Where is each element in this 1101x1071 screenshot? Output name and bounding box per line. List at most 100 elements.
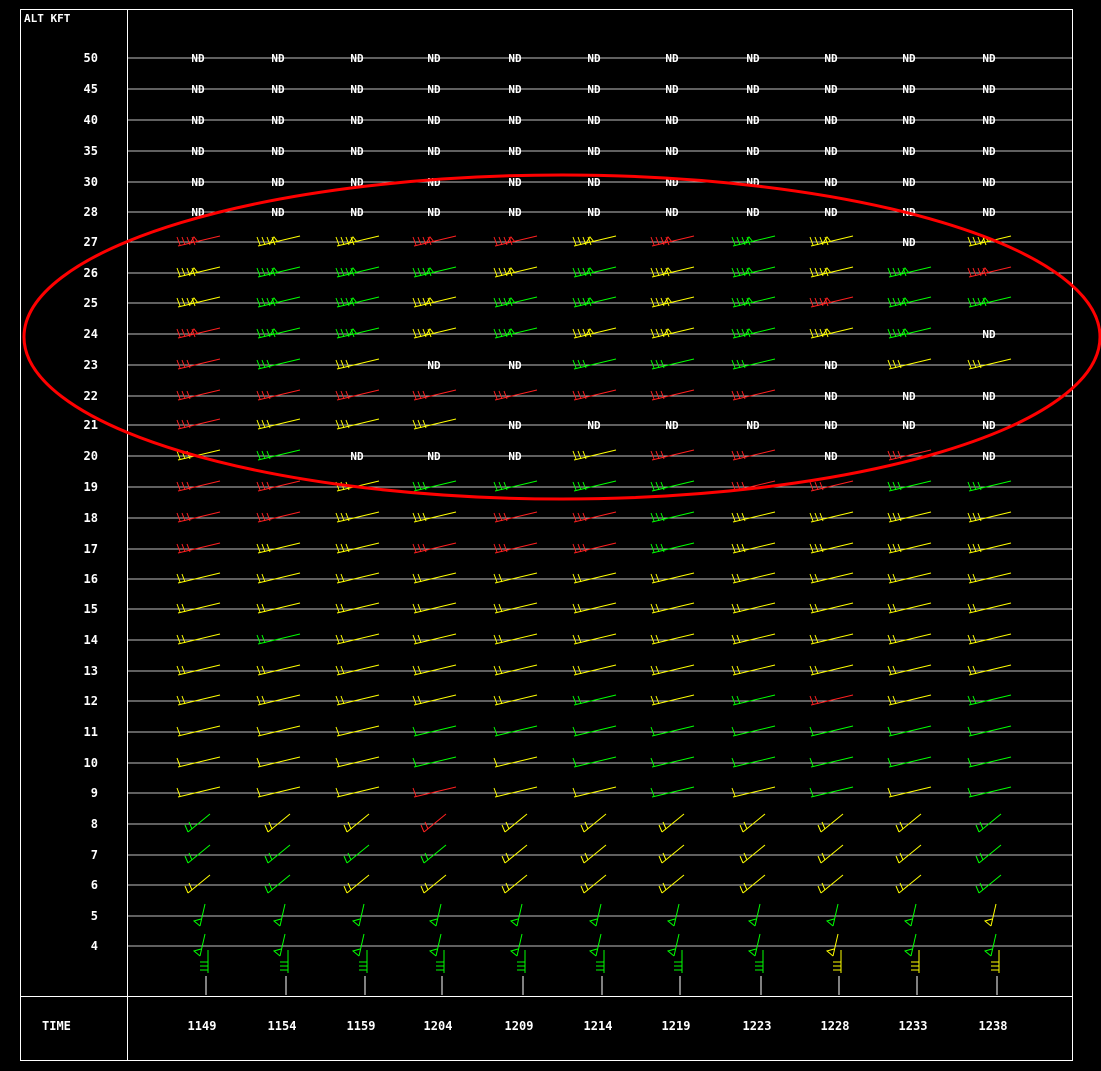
altitude-tick-label: 17 xyxy=(84,542,98,556)
no-data-label: ND xyxy=(746,52,760,65)
wind-barb xyxy=(572,633,617,645)
wind-barb xyxy=(887,296,932,308)
no-data-label: ND xyxy=(824,52,838,65)
wind-barb xyxy=(412,694,457,706)
wind-barb xyxy=(428,933,442,957)
wind-barb xyxy=(351,903,365,927)
no-data-label: ND xyxy=(427,450,441,463)
no-data-label: ND xyxy=(902,83,916,96)
wind-barb xyxy=(335,389,380,401)
time-tick-label: 1209 xyxy=(505,1019,534,1033)
wind-barb xyxy=(335,511,380,523)
wind-barb xyxy=(256,756,301,768)
wind-barb xyxy=(517,950,526,973)
wind-barb xyxy=(572,786,617,798)
wind-barb xyxy=(809,664,854,676)
no-data-label: ND xyxy=(824,176,838,189)
time-tick-label: 1223 xyxy=(743,1019,772,1033)
no-data-label: ND xyxy=(982,419,996,432)
wind-barb xyxy=(493,480,538,492)
wind-barb xyxy=(572,602,617,614)
wind-barb xyxy=(731,572,776,584)
wind-barb xyxy=(256,633,301,645)
wind-barb xyxy=(509,903,523,927)
altitude-tick-label: 12 xyxy=(84,694,98,708)
wind-barb xyxy=(264,844,291,864)
no-data-label: ND xyxy=(746,83,760,96)
wind-barb xyxy=(256,418,301,430)
wind-barb xyxy=(809,296,854,308)
wind-barb xyxy=(731,664,776,676)
wind-barb xyxy=(895,874,922,894)
wind-barb xyxy=(493,542,538,554)
wind-barb xyxy=(493,664,538,676)
wind-barb xyxy=(833,950,842,973)
wind-barb xyxy=(335,327,380,339)
altitude-tick-label: 25 xyxy=(84,296,98,310)
highlight-ellipse xyxy=(22,173,1101,501)
wind-barb xyxy=(991,950,1000,973)
wind-barb xyxy=(176,664,221,676)
wind-barb xyxy=(176,602,221,614)
altitude-tick-label: 35 xyxy=(84,144,98,158)
no-data-label: ND xyxy=(587,419,601,432)
no-data-label: ND xyxy=(427,145,441,158)
altitude-tick-label: 14 xyxy=(84,633,98,647)
altitude-tick-label: 16 xyxy=(84,572,98,586)
no-data-label: ND xyxy=(271,145,285,158)
wind-barb xyxy=(650,756,695,768)
no-data-label: ND xyxy=(902,114,916,127)
wind-barb xyxy=(650,664,695,676)
time-tick-label: 1238 xyxy=(979,1019,1008,1033)
altitude-tick-label: 40 xyxy=(84,113,98,127)
no-data-label: ND xyxy=(427,206,441,219)
wind-barb xyxy=(572,542,617,554)
time-tick-label: 1228 xyxy=(821,1019,850,1033)
wind-barb xyxy=(911,950,920,973)
wind-barb xyxy=(572,266,617,278)
no-data-label: ND xyxy=(746,114,760,127)
wind-barb xyxy=(176,480,221,492)
wind-barb xyxy=(658,813,685,833)
altitude-tick-label: 23 xyxy=(84,358,98,372)
wind-barb xyxy=(731,449,776,461)
wind-barb xyxy=(412,786,457,798)
wind-barb xyxy=(280,950,289,973)
wind-barb xyxy=(572,511,617,523)
altitude-tick-label: 10 xyxy=(84,756,98,770)
wind-barb xyxy=(967,633,1012,645)
altitude-tick-label: 50 xyxy=(84,51,98,65)
wind-barb xyxy=(887,511,932,523)
wind-barb xyxy=(412,725,457,737)
wind-barb xyxy=(359,950,368,973)
no-data-label: ND xyxy=(902,145,916,158)
wind-barb xyxy=(412,511,457,523)
no-data-label: ND xyxy=(587,206,601,219)
wind-barb xyxy=(967,480,1012,492)
wind-barb xyxy=(176,725,221,737)
wind-barb xyxy=(192,933,206,957)
wind-barb xyxy=(650,725,695,737)
wind-barb xyxy=(731,327,776,339)
wind-barb xyxy=(731,266,776,278)
wind-barb xyxy=(335,725,380,737)
wind-barb xyxy=(650,235,695,247)
no-data-label: ND xyxy=(982,328,996,341)
wind-barb xyxy=(256,602,301,614)
wind-barb xyxy=(176,266,221,278)
wind-barb xyxy=(650,542,695,554)
wind-barb xyxy=(184,874,211,894)
wind-barb xyxy=(493,389,538,401)
no-data-label: ND xyxy=(587,83,601,96)
wind-barb xyxy=(580,813,607,833)
wind-barb xyxy=(176,572,221,584)
wind-barb xyxy=(335,786,380,798)
wind-barb xyxy=(967,786,1012,798)
wind-barb xyxy=(493,633,538,645)
wind-barb xyxy=(176,511,221,523)
wind-barb xyxy=(895,813,922,833)
altitude-tick-label: 13 xyxy=(84,664,98,678)
time-tick-label: 1154 xyxy=(268,1019,297,1033)
wind-barb xyxy=(184,844,211,864)
wind-barb xyxy=(335,266,380,278)
